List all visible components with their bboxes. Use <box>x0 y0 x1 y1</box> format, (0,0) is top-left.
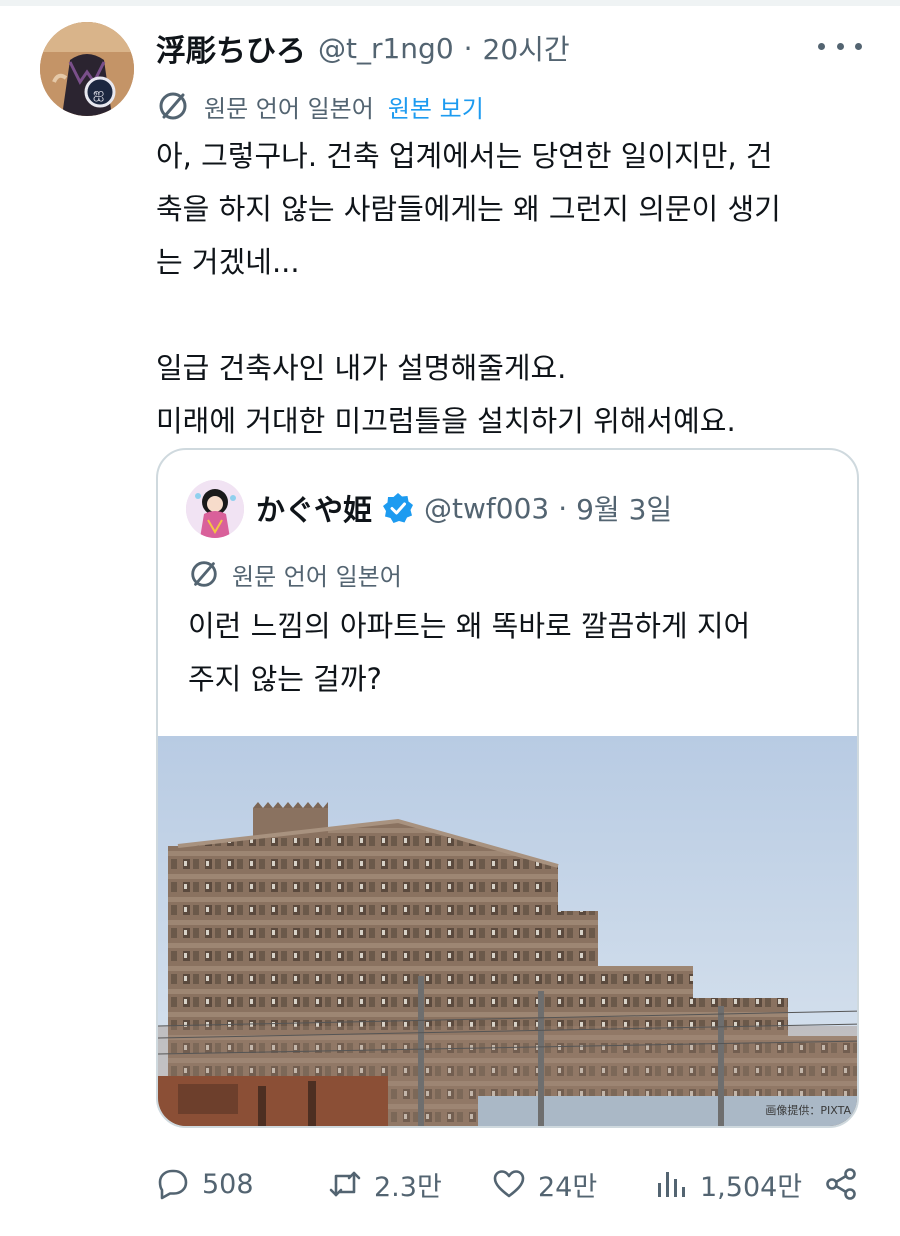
analytics-icon <box>658 1172 685 1197</box>
reply-icon <box>158 1169 188 1200</box>
author-avatar[interactable]: ஐ <box>40 22 134 116</box>
more-options-icon[interactable] <box>818 36 862 56</box>
retweet-icon <box>329 1171 361 1197</box>
quote-text: 이런 느낌의 아파트는 왜 똑바로 깔끔하게 지어 주지 않는 걸까? <box>188 600 838 706</box>
tweet-time[interactable]: 20시간 <box>483 28 570 68</box>
top-divider <box>0 0 900 6</box>
image-credit: 画像提供：PIXTA <box>765 1104 851 1117</box>
quoted-tweet[interactable]: かぐや姫 @twf003 · 9월 3일 원문 언어 일본어 이런 느낌의 아파… <box>156 448 859 1128</box>
tweet-text: 아, 그렇구나. 건축 업계에서는 당연한 일이지만, 건 축을 하지 않는 사… <box>156 130 856 448</box>
verified-badge-icon <box>383 493 414 523</box>
translation-notice: 원문 언어 일본어 원본 보기 <box>156 86 484 126</box>
translation-label: 원문 언어 일본어 <box>204 94 374 123</box>
header-separator: · <box>463 31 473 65</box>
tweet-header: 浮彫ちひろ @t_r1ng0 · 20시간 <box>156 26 856 70</box>
tweet-text-line: 아, 그렇구나. 건축 업계에서는 당연한 일이지만, 건 <box>156 139 773 173</box>
author-handle[interactable]: @t_r1ng0 <box>318 32 454 65</box>
retweet-count: 2.3만 <box>374 1171 442 1203</box>
retweet-button[interactable]: 2.3만 <box>328 1160 442 1208</box>
tweet-text-line: 는 거겠네... <box>156 245 300 279</box>
quote-translation-label: 원문 언어 일본어 <box>232 562 402 591</box>
tweet-text-line: 일급 건축사인 내가 설명해줄게요. <box>156 351 567 385</box>
heart-icon <box>493 1170 525 1198</box>
share-button[interactable] <box>824 1160 858 1208</box>
action-bar: 508 2.3만 24만 1,504만 <box>156 1160 866 1208</box>
quote-text-line: 이런 느낌의 아파트는 왜 똑바로 깔끔하게 지어 <box>188 609 751 643</box>
quote-text-line: 주지 않는 걸까? <box>188 662 382 696</box>
reply-count: 508 <box>202 1168 254 1200</box>
quote-header: かぐや姫 @twf003 · 9월 3일 <box>256 486 672 530</box>
like-button[interactable]: 24만 <box>492 1160 597 1208</box>
view-original-link[interactable]: 원본 보기 <box>388 89 484 124</box>
quote-translation-notice: 원문 언어 일본어 <box>188 554 402 594</box>
svg-text:ஐ: ஐ <box>93 86 104 102</box>
quote-time[interactable]: 9월 3일 <box>576 488 672 528</box>
quote-header-separator: · <box>558 491 568 525</box>
author-name[interactable]: 浮彫ちひろ <box>156 26 306 70</box>
tweet-text-line: 미래에 거대한 미끄럼틀을 설치하기 위해서예요. <box>156 404 736 438</box>
tweet-text-line: 축을 하지 않는 사람들에게는 왜 그런지 의문이 생기 <box>156 192 781 226</box>
quote-author-avatar[interactable] <box>186 480 244 538</box>
apartment-photo[interactable]: 画像提供：PIXTA <box>158 736 857 1126</box>
like-count: 24만 <box>538 1171 598 1203</box>
reply-button[interactable]: 508 <box>156 1160 254 1208</box>
view-count: 1,504만 <box>700 1171 803 1203</box>
quote-author-handle[interactable]: @twf003 <box>424 492 549 525</box>
views-button[interactable]: 1,504만 <box>654 1160 802 1208</box>
share-icon <box>826 1168 856 1200</box>
quote-author-name[interactable]: かぐや姫 <box>256 487 372 529</box>
translate-icon <box>191 561 217 587</box>
translate-icon <box>159 92 187 120</box>
